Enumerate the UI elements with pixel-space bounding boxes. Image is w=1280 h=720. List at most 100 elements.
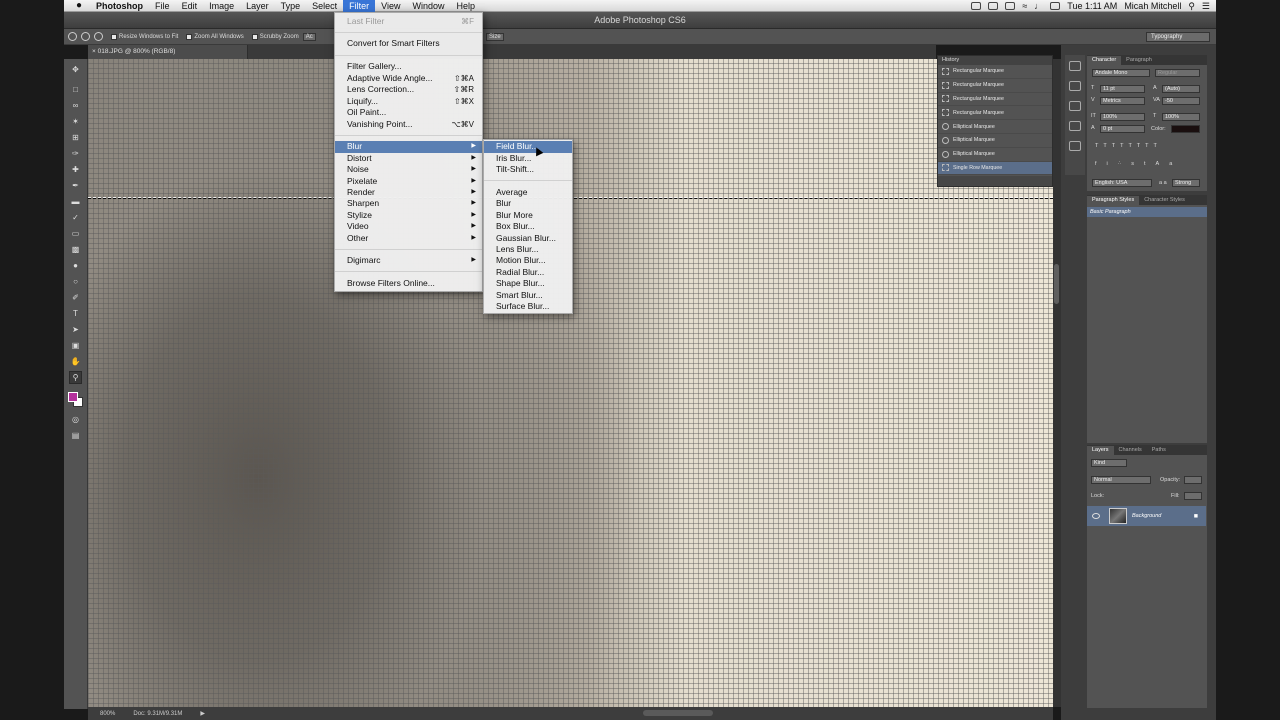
text-color-swatch[interactable] [1171,125,1200,133]
tab-layers[interactable]: Layers [1087,446,1114,455]
print-size-button[interactable]: Size [486,32,504,41]
font-size-field[interactable]: 11 pt [1100,85,1145,93]
history-panel-title[interactable]: History [938,56,1052,65]
zoom-in-icon[interactable] [81,32,90,41]
apple-icon[interactable]: ● [64,0,90,11]
actions-panel-icon[interactable] [1069,121,1081,131]
checkbox-icon[interactable] [186,33,193,40]
font-family-select[interactable]: Andale Mono [1092,69,1150,77]
dodge-tool-icon[interactable]: ○ [69,275,82,288]
layer-row-background[interactable]: Background ■ [1087,506,1206,526]
menu-item-distort[interactable]: Distort ▶ [335,153,482,165]
time-machine-icon[interactable] [988,2,999,10]
menu-item-filter-gallery[interactable]: Filter Gallery... [335,61,482,73]
opentype-buttons[interactable]: fi∴stAa [1095,161,1182,167]
path-select-tool-icon[interactable]: ➤ [69,323,82,336]
menu-filter[interactable]: Filter [343,0,376,12]
menu-item-motion-blur[interactable]: Motion Blur... [484,255,572,267]
marquee-tool-icon[interactable]: □ [69,83,82,96]
leading-field[interactable]: (Auto) [1162,85,1200,93]
menu-item-browse-online[interactable]: Browse Filters Online... [335,278,482,290]
info-panel-icon[interactable] [1069,81,1081,91]
menu-window[interactable]: Window [407,0,451,12]
menu-item-smart-filters[interactable]: Convert for Smart Filters [335,38,482,50]
eraser-tool-icon[interactable]: ▭ [69,227,82,240]
fill-field[interactable] [1184,492,1202,500]
checkbox-icon[interactable] [111,33,117,40]
bluetooth-icon[interactable] [1005,2,1016,10]
menu-item-surface-blur[interactable]: Surface Blur... [484,301,572,313]
eyedropper-tool-icon[interactable]: ✑ [69,147,82,160]
healing-brush-tool-icon[interactable]: ✚ [69,163,82,176]
history-state[interactable]: Rectangular Marquee [938,65,1052,79]
pen-tool-icon[interactable]: ✐ [69,291,82,304]
menu-item-iris-blur[interactable]: Iris Blur... [484,153,572,165]
menu-layer[interactable]: Layer [240,0,275,12]
quick-select-tool-icon[interactable]: ✶ [69,115,82,128]
history-state[interactable]: Rectangular Marquee [938,79,1052,93]
lasso-tool-icon[interactable]: ∞ [69,99,82,112]
menu-item-liquify[interactable]: Liquify... ⇧⌘X [335,96,482,108]
menu-item-sharpen[interactable]: Sharpen ▶ [335,198,482,210]
menu-item-blur[interactable]: Blur ▶ [335,141,482,153]
swatches-panel-icon[interactable] [1069,141,1081,151]
tab-paths[interactable]: Paths [1147,446,1171,455]
document-tab[interactable]: × 018.JPG @ 800% (RGB/8) [88,45,248,59]
type-style-buttons[interactable]: TTTTTTTT [1095,143,1162,149]
opacity-field[interactable] [1184,476,1202,484]
menu-item-gaussian-blur[interactable]: Gaussian Blur... [484,233,572,245]
volume-icon[interactable]: ♩ [1034,1,1043,11]
menu-item-vanishing-point[interactable]: Vanishing Point... ⌥⌘V [335,119,482,131]
visibility-eye-icon[interactable] [1092,513,1100,519]
menu-item-video[interactable]: Video ▶ [335,221,482,233]
clone-stamp-tool-icon[interactable]: ▬ [69,195,82,208]
checkbox-icon[interactable] [251,33,258,40]
style-item[interactable]: Basic Paragraph [1087,207,1207,217]
tab-paragraph-styles[interactable]: Paragraph Styles [1087,196,1140,205]
screen-mode-icon[interactable]: ▤ [69,429,82,442]
blur-tool-icon[interactable]: ● [69,259,82,272]
menu-item-radial-blur[interactable]: Radial Blur... [484,267,572,279]
menu-item-noise[interactable]: Noise ▶ [335,164,482,176]
tab-paragraph[interactable]: Paragraph [1121,56,1157,65]
history-state[interactable]: Elliptical Marquee [938,120,1052,134]
tab-character[interactable]: Character [1087,56,1122,65]
type-tool-icon[interactable]: T [69,307,82,320]
workspace-select[interactable]: Typography [1146,32,1210,42]
status-arrow-icon[interactable]: ▶ [200,710,205,717]
menu-item-blur-more[interactable]: Blur More [484,210,572,222]
menu-item-adaptive-wide-angle[interactable]: Adaptive Wide Angle... ⇧⌘A [335,73,482,85]
menu-item-digimarc[interactable]: Digimarc ▶ [335,255,482,267]
blend-mode-select[interactable]: Normal [1091,476,1151,484]
vertical-scale-field[interactable]: 100% [1100,113,1145,121]
menu-image[interactable]: Image [203,0,240,12]
menu-item-average[interactable]: Average [484,187,572,199]
layer-filter-select[interactable]: Kind [1091,459,1127,467]
menu-item-smart-blur[interactable]: Smart Blur... [484,290,572,302]
menu-item-blur-basic[interactable]: Blur [484,198,572,210]
menu-type[interactable]: Type [275,0,307,12]
menu-item-pixelate[interactable]: Pixelate ▶ [335,176,482,188]
menu-item-stylize[interactable]: Stylize ▶ [335,210,482,222]
kerning-field[interactable]: Metrics [1100,97,1145,105]
menu-item-other[interactable]: Other ▶ [335,233,482,245]
zoom-tool-icon[interactable] [68,32,77,41]
menu-item-lens-blur[interactable]: Lens Blur... [484,244,572,256]
battery-icon[interactable] [1050,2,1061,10]
menu-select[interactable]: Select [306,0,343,12]
doc-size[interactable]: Doc: 9.31M/9.31M [133,711,182,717]
resize-windows-option[interactable]: Resize Windows to Fit [111,33,178,40]
tab-channels[interactable]: Channels [1114,446,1147,455]
menu-photoshop[interactable]: Photoshop [90,0,149,12]
close-icon[interactable]: × [92,48,96,55]
horizontal-scroll-thumb[interactable] [643,710,713,716]
history-state[interactable]: Rectangular Marquee [938,93,1052,107]
menu-view[interactable]: View [375,0,406,12]
notification-icon[interactable]: ☰ [1202,1,1210,12]
gradient-tool-icon[interactable]: ▩ [69,243,82,256]
hand-tool-icon[interactable]: ✋ [69,355,82,368]
sync-icon[interactable] [971,2,982,10]
horizontal-scale-field[interactable]: 100% [1162,113,1200,121]
history-state[interactable]: Rectangular Marquee [938,106,1052,121]
vertical-scrollbar[interactable] [1053,59,1061,707]
